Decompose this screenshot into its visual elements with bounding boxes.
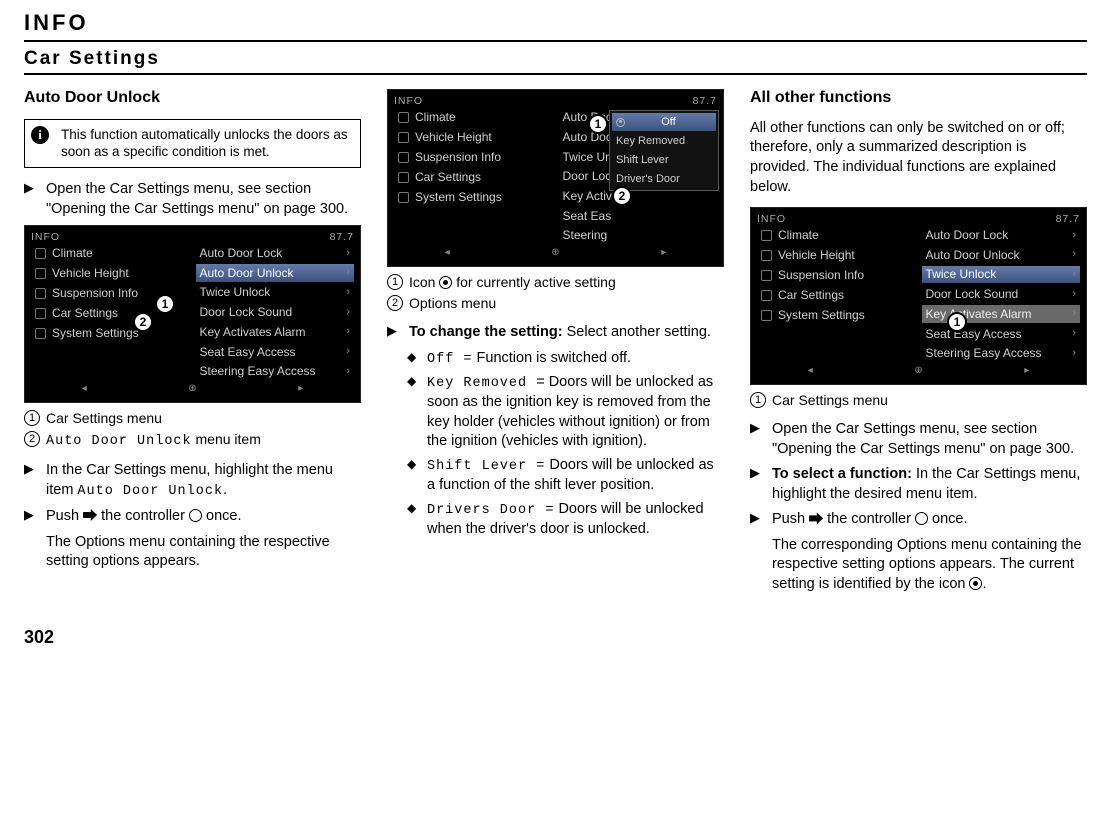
col3-step-2: ▶ To select a function: In the Car Setti… xyxy=(750,465,1087,504)
step-body: Open the Car Settings menu, see section … xyxy=(46,180,361,219)
legend-text: Icon for currently active setting xyxy=(409,273,724,292)
section-header: Car Settings xyxy=(24,46,1087,76)
bullet-marker-icon: ◆ xyxy=(407,349,419,369)
step-marker-icon: ▶ xyxy=(387,323,401,343)
console-top-left: INFO xyxy=(31,230,60,244)
console-screenshot-3: INFO 87.7 ClimateVehicle HeightSuspensio… xyxy=(750,207,1087,385)
columns: Auto Door Unlock i This function automat… xyxy=(24,83,1087,600)
legend-text: Car Settings menu xyxy=(772,391,1087,410)
col1-step-1: ▶ Open the Car Settings menu, see sectio… xyxy=(24,180,361,219)
bullet-marker-icon: ◆ xyxy=(407,456,419,496)
legend-text: Car Settings menu xyxy=(46,409,361,428)
step-body: To change the setting: Select another se… xyxy=(409,323,724,343)
active-setting-dot-icon xyxy=(439,276,452,289)
callout-badge-2: 2 xyxy=(133,312,153,332)
callout-badge-1: 1 xyxy=(155,294,175,314)
col2-bullet-1: ◆ Off = Function is switched off. xyxy=(407,349,724,369)
active-setting-dot-icon xyxy=(969,577,982,590)
step-marker-icon: ▶ xyxy=(24,180,38,219)
column-3: All other functions All other functions … xyxy=(750,83,1087,600)
step-marker-icon: ▶ xyxy=(750,510,764,594)
col3-legend: 1 Car Settings menu xyxy=(750,391,1087,410)
step-follow: The corresponding Options menu containin… xyxy=(772,536,1087,595)
legend-text: Auto Door Unlock menu item xyxy=(46,430,361,451)
step-marker-icon: ▶ xyxy=(24,461,38,501)
circled-2-icon: 2 xyxy=(387,295,403,311)
col3-step-1: ▶ Open the Car Settings menu, see sectio… xyxy=(750,420,1087,459)
col2-legend: 1 Icon for currently active setting 2 Op… xyxy=(387,273,724,313)
console-top-left: INFO xyxy=(394,94,423,108)
col2-bullet-4: ◆ Drivers Door = Doors will be unlocked … xyxy=(407,500,724,540)
col3-subhead: All other functions xyxy=(750,87,1087,109)
step-body: Push the controller once. The correspond… xyxy=(772,510,1087,594)
step-marker-icon: ▶ xyxy=(24,507,38,572)
col2-step-1: ▶ To change the setting: Select another … xyxy=(387,323,724,343)
step-marker-icon: ▶ xyxy=(750,420,764,459)
page-number: 302 xyxy=(24,625,1087,649)
col1-step-2: ▶ In the Car Settings menu, highlight th… xyxy=(24,461,361,501)
col1-step-3: ▶ Push the controller once. The Options … xyxy=(24,507,361,572)
console-top-right: 87.7 xyxy=(330,230,354,244)
col3-intro: All other functions can only be switched… xyxy=(750,119,1087,197)
bullet-marker-icon: ◆ xyxy=(407,500,419,540)
console-top-left: INFO xyxy=(757,212,786,226)
col3-step-3: ▶ Push the controller once. The correspo… xyxy=(750,510,1087,594)
bullet-marker-icon: ◆ xyxy=(407,373,419,452)
console-screenshot-2: INFO 87.7 ClimateVehicle HeightSuspensio… xyxy=(387,89,724,267)
col2-bullet-3: ◆ Shift Lever = Doors will be unlocked a… xyxy=(407,456,724,496)
console-screenshot-1: INFO 87.7 ClimateVehicle HeightSuspensio… xyxy=(24,225,361,403)
step-body: Push the controller once. The Options me… xyxy=(46,507,361,572)
circled-1-icon: 1 xyxy=(387,274,403,290)
info-icon: i xyxy=(31,126,49,144)
step-body: Open the Car Settings menu, see section … xyxy=(772,420,1087,459)
col1-legend: 1 Car Settings menu 2 Auto Door Unlock m… xyxy=(24,409,361,451)
legend-text: Options menu xyxy=(409,294,724,313)
step-body: To select a function: In the Car Setting… xyxy=(772,465,1087,504)
info-box: i This function automatically unlocks th… xyxy=(24,119,361,168)
console-top-right: 87.7 xyxy=(1056,212,1080,226)
circled-2-icon: 2 xyxy=(24,431,40,447)
column-2: INFO 87.7 ClimateVehicle HeightSuspensio… xyxy=(387,83,724,600)
page-header: INFO xyxy=(24,8,1087,42)
column-1: Auto Door Unlock i This function automat… xyxy=(24,83,361,600)
col1-subhead: Auto Door Unlock xyxy=(24,87,361,109)
arrow-right-icon xyxy=(809,512,823,524)
col2-bullet-2: ◆ Key Removed = Doors will be unlocked a… xyxy=(407,373,724,452)
step-follow: The Options menu containing the respecti… xyxy=(46,533,361,572)
circled-1-icon: 1 xyxy=(750,392,766,408)
arrow-right-icon xyxy=(83,509,97,521)
controller-ring-icon xyxy=(189,509,202,522)
step-marker-icon: ▶ xyxy=(750,465,764,504)
circled-1-icon: 1 xyxy=(24,410,40,426)
info-text: This function automatically unlocks the … xyxy=(61,127,348,160)
console-top-right: 87.7 xyxy=(693,94,717,108)
step-body: In the Car Settings menu, highlight the … xyxy=(46,461,361,501)
controller-ring-icon xyxy=(915,512,928,525)
